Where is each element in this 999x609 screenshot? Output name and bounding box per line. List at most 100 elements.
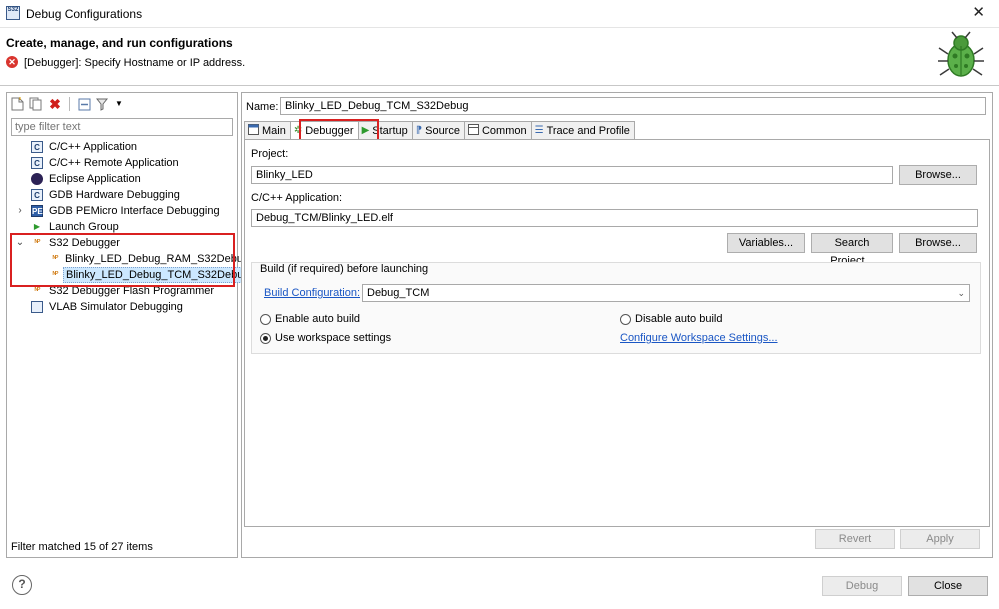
tree-item-s32-flash[interactable]: ᴺᴾ S32 Debugger Flash Programmer — [7, 283, 237, 299]
config-name-input[interactable] — [280, 97, 986, 115]
tree-item-label: S32 Debugger Flash Programmer — [49, 285, 215, 297]
tree-item-label: S32 Debugger — [49, 237, 120, 249]
help-icon[interactable]: ? — [12, 575, 32, 595]
disable-auto-build-radio[interactable]: Disable auto build — [620, 313, 722, 325]
s32-debugger-icon: ᴺᴾ — [52, 254, 59, 263]
tab-common[interactable]: Common — [463, 121, 532, 139]
collapse-all-icon[interactable] — [76, 96, 92, 112]
app-path-field[interactable]: Debug_TCM/Blinky_LED.elf — [251, 209, 978, 227]
tree-item-label: GDB PEMicro Interface Debugging — [49, 205, 220, 217]
config-tree: C C/C++ Application C C/C++ Remote Appli… — [7, 139, 253, 315]
startup-tab-icon: ▶ — [361, 124, 370, 136]
tree-item-label: C/C++ Remote Application — [49, 157, 179, 169]
tree-item-c-app[interactable]: C C/C++ Application — [7, 139, 237, 155]
radio-label: Use workspace settings — [275, 332, 392, 344]
c-remote-icon: C — [31, 157, 43, 169]
expand-chevron-icon[interactable]: › — [15, 203, 25, 219]
configure-workspace-link[interactable]: Configure Workspace Settings... — [620, 332, 778, 344]
vlab-icon — [31, 301, 43, 313]
search-project-button[interactable]: Search Project... — [811, 233, 893, 267]
tab-source[interactable]: ⁋ Source — [411, 121, 465, 139]
build-configuration-link[interactable]: Build Configuration: — [264, 287, 360, 299]
filter-config-icon[interactable] — [95, 96, 111, 112]
main-tab-icon — [248, 123, 259, 138]
s32-debugger-icon: ᴺᴾ — [34, 286, 41, 295]
tree-item-eclipse-app[interactable]: Eclipse Application — [7, 171, 237, 187]
tree-item-c-remote[interactable]: C C/C++ Remote Application — [7, 155, 237, 171]
radio-label: Enable auto build — [275, 313, 361, 325]
radio-dot — [260, 332, 271, 344]
config-tabs: Main ✲ Debugger ▶ Startup ⁋ Source Commo… — [244, 121, 635, 140]
tree-item-gdb-pemicro[interactable]: › PE GDB PEMicro Interface Debugging — [7, 203, 237, 219]
project-field[interactable]: Blinky_LED — [251, 166, 893, 184]
error-icon: ✕ — [6, 56, 18, 68]
s32-debugger-icon: ᴺᴾ — [52, 270, 59, 279]
duplicate-config-icon[interactable] — [28, 96, 44, 112]
tree-item-label: C/C++ Application — [49, 141, 138, 153]
dialog-header: Create, manage, and run configurations ✕… — [0, 28, 999, 84]
tree-item-label: VLAB Simulator Debugging — [49, 301, 183, 313]
variables-button[interactable]: Variables... — [727, 233, 805, 253]
tree-item-gdb-hw[interactable]: C GDB Hardware Debugging — [7, 187, 237, 203]
tab-startup[interactable]: ▶ Startup — [357, 121, 413, 139]
tree-item-label: Launch Group — [49, 221, 119, 233]
tab-main[interactable]: Main — [244, 121, 291, 139]
revert-button[interactable]: Revert — [815, 529, 895, 549]
tree-item-label: Blinky_LED_Debug_RAM_S32Debug — [65, 253, 250, 265]
collapse-chevron-icon[interactable]: ⌄ — [15, 235, 25, 251]
header-divider — [0, 85, 999, 86]
close-button[interactable]: Close — [908, 576, 988, 596]
build-group: Build (if required) before launching Bui… — [251, 262, 981, 354]
tree-item-blinky-tcm[interactable]: ᴺᴾ Blinky_LED_Debug_TCM_S32Debug — [7, 267, 253, 283]
delete-config-icon[interactable]: ✖ — [47, 96, 63, 112]
chevron-down-icon: ⌄ — [957, 288, 965, 298]
bug-icon — [938, 31, 984, 77]
browse-app-button[interactable]: Browse... — [899, 233, 977, 253]
tab-trace-profile[interactable]: ☰ Trace and Profile — [530, 121, 635, 139]
config-editor-panel: Name: Main ✲ Debugger ▶ Startup ⁋ Source… — [241, 92, 993, 558]
filter-status: Filter matched 15 of 27 items — [11, 541, 153, 553]
filter-dropdown-icon[interactable]: ▼ — [114, 96, 124, 112]
project-label: Project: — [251, 148, 289, 160]
source-tab-icon: ⁋ — [415, 124, 423, 136]
tree-item-label: GDB Hardware Debugging — [49, 189, 180, 201]
debug-button[interactable]: Debug — [822, 576, 902, 596]
tree-item-vlab[interactable]: VLAB Simulator Debugging — [7, 299, 237, 315]
radio-dot — [260, 313, 271, 325]
tree-item-s32-debugger[interactable]: ⌄ ᴺᴾ S32 Debugger — [7, 235, 237, 251]
s32-app-icon: S32 — [6, 6, 20, 20]
build-configuration-select[interactable]: Debug_TCM ⌄ — [362, 284, 970, 302]
tab-label: Common — [481, 124, 527, 137]
title-bar: S32 Debug Configurations ✕ — [0, 0, 999, 28]
eclipse-icon — [31, 173, 43, 185]
tab-label: Source — [425, 124, 460, 137]
apply-button[interactable]: Apply — [900, 529, 980, 549]
tree-item-blinky-ram[interactable]: ᴺᴾ Blinky_LED_Debug_RAM_S32Debug — [7, 251, 249, 267]
dialog-heading: Create, manage, and run configurations — [6, 36, 233, 50]
tab-label: Debugger — [305, 125, 354, 137]
common-tab-icon — [467, 123, 479, 138]
tab-label: Startup — [372, 124, 408, 137]
new-config-icon[interactable] — [9, 96, 25, 112]
tree-toolbar: ✖ ▼ — [9, 95, 124, 113]
tab-debugger[interactable]: ✲ Debugger — [289, 121, 359, 140]
c-app-icon: C — [31, 141, 43, 153]
tab-label: Main — [262, 124, 286, 137]
pemicro-icon: PE — [31, 205, 43, 217]
tree-item-label: Blinky_LED_Debug_TCM_S32Debug — [63, 267, 253, 283]
s32-debugger-icon: ᴺᴾ — [34, 238, 41, 247]
name-label: Name: — [246, 101, 279, 113]
tab-label: Trace and Profile — [546, 124, 630, 137]
filter-input[interactable] — [11, 118, 233, 136]
tree-item-launch-group[interactable]: ▶ Launch Group — [7, 219, 237, 235]
trace-tab-icon: ☰ — [534, 124, 544, 136]
use-workspace-settings-radio[interactable]: Use workspace settings — [260, 332, 391, 344]
launch-group-icon: ▶ — [33, 222, 41, 231]
debugger-tab-icon: ✲ — [293, 125, 303, 136]
window-title: Debug Configurations — [26, 7, 143, 21]
browse-project-button[interactable]: Browse... — [899, 165, 977, 185]
app-label: C/C++ Application: — [251, 192, 343, 204]
build-group-label: Build (if required) before launching — [260, 263, 429, 275]
window-close-button[interactable]: ✕ — [972, 5, 985, 20]
enable-auto-build-radio[interactable]: Enable auto build — [260, 313, 360, 325]
